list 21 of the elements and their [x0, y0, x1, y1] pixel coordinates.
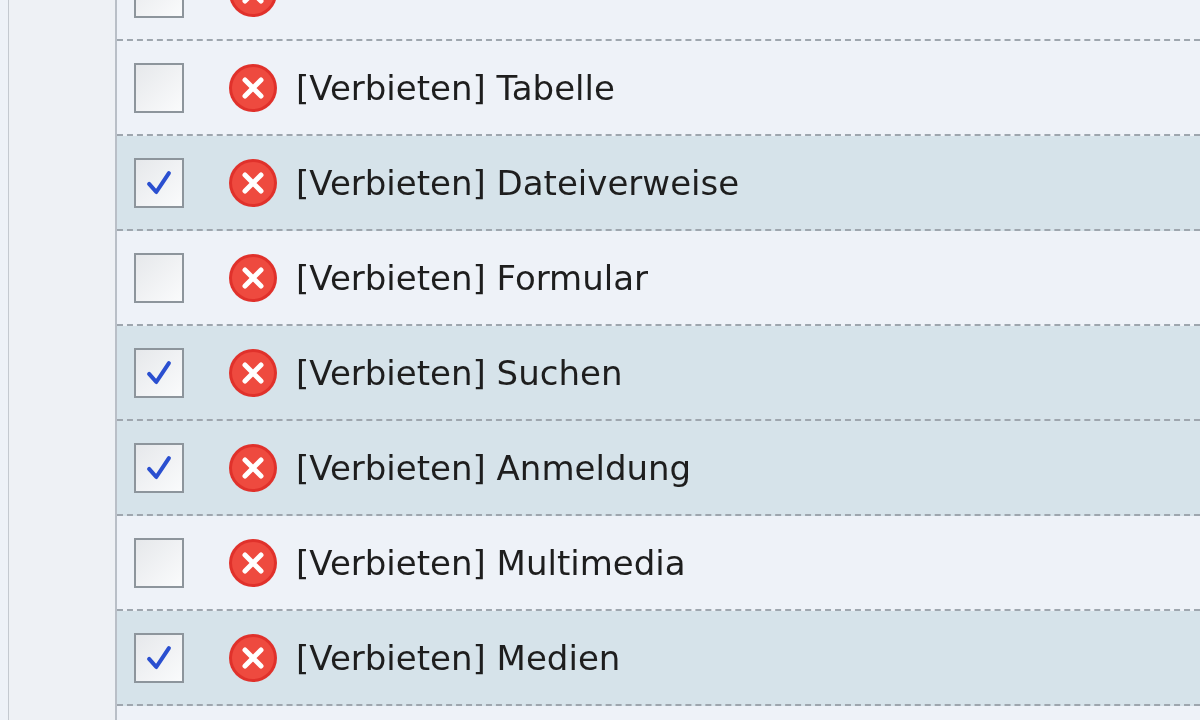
permission-label: [Verbieten] Medien [296, 637, 621, 678]
checkbox[interactable] [134, 252, 184, 303]
error-x-icon [228, 632, 278, 683]
checkbox[interactable] [134, 632, 184, 683]
checkbox[interactable] [134, 157, 184, 208]
error-x-icon [228, 347, 278, 398]
checkbox[interactable] [134, 442, 184, 493]
permission-label: [Verbieten] Suchen [296, 352, 623, 393]
permission-label: [Verbieten] Tabelle [296, 67, 615, 108]
error-x-icon [228, 62, 278, 113]
permission-label: [Verbieten] Formular [296, 257, 649, 298]
checkbox[interactable] [134, 62, 184, 113]
checkbox[interactable] [134, 347, 184, 398]
error-x-icon [228, 157, 278, 208]
permission-label: [Verbieten] Dateiverweise [296, 162, 740, 203]
error-x-icon [228, 537, 278, 588]
error-x-icon [228, 252, 278, 303]
checkbox[interactable] [134, 537, 184, 588]
permission-label: [Verbieten] Multimedia [296, 542, 686, 583]
permission-label: [Verbieten] Anmeldung [296, 447, 692, 488]
error-x-icon [228, 442, 278, 493]
